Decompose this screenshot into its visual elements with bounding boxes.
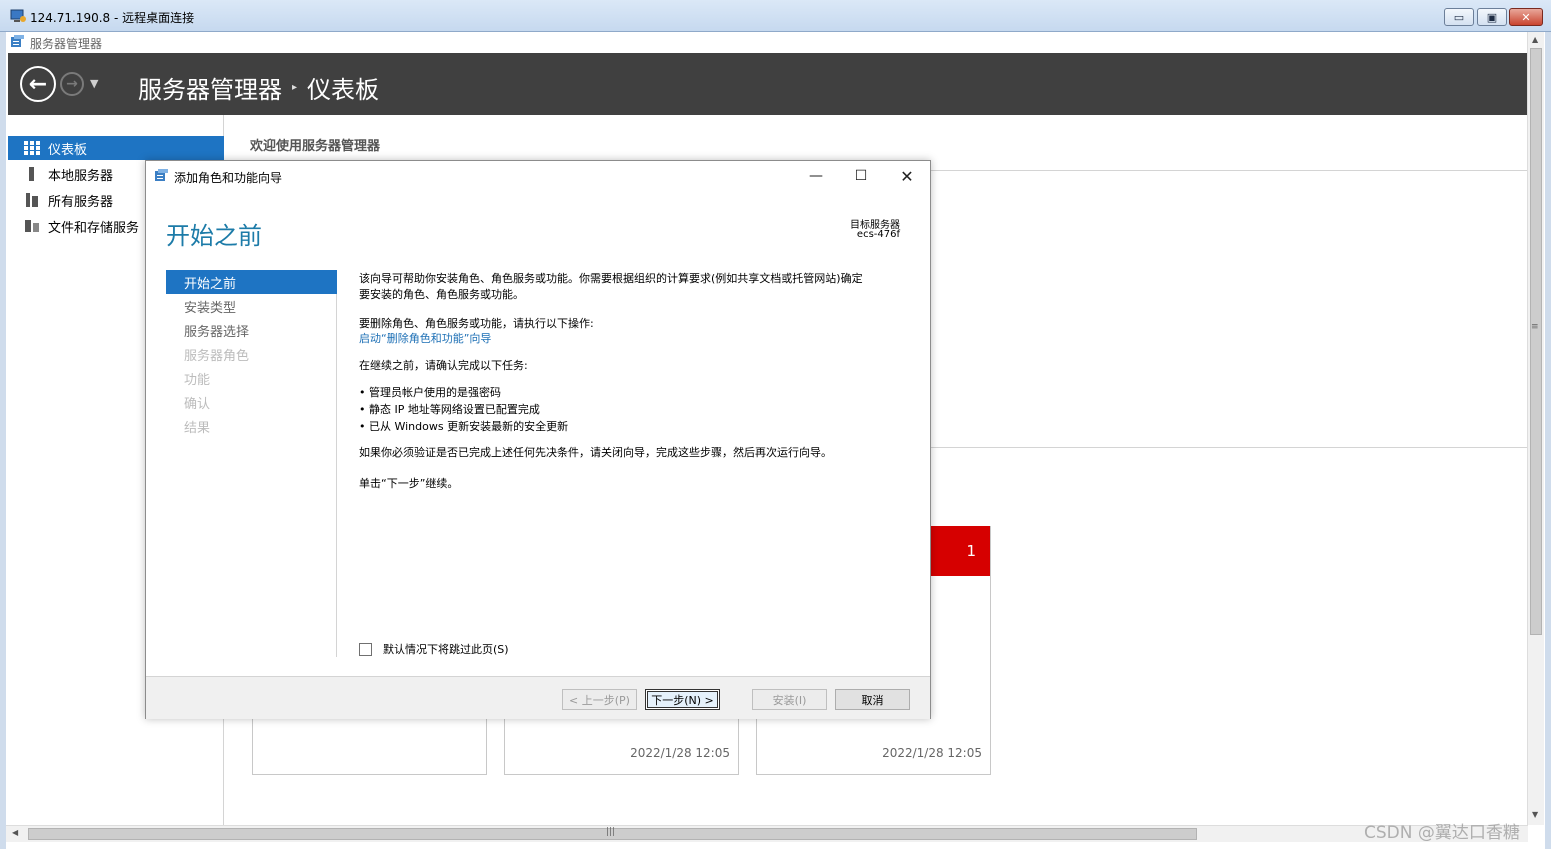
rdp-close-button[interactable]: ✕ [1509, 8, 1543, 26]
scroll-grip-icon: ≡ [1531, 322, 1539, 332]
dialog-footer: < 上一步(P) 下一步(N) > 安装(I) 取消 [146, 676, 930, 719]
remove-roles-link[interactable]: 启动“删除角色和功能”向导 [359, 330, 914, 347]
maximize-icon: ☐ [854, 168, 868, 184]
wizard-step-server-selection[interactable]: 服务器选择 [166, 318, 337, 342]
sidebar-item-dashboard[interactable]: 仪表板 [8, 136, 224, 160]
task-item: • 已从 Windows 更新安装最新的安全更新 [359, 420, 569, 433]
install-button[interactable]: 安装(I) [752, 689, 827, 710]
skip-page-checkbox[interactable] [359, 642, 372, 656]
intro-text-line2: 要安装的角色、角色服务或功能。 [359, 288, 524, 301]
task-item: • 静态 IP 地址等网络设置已配置完成 [359, 403, 540, 416]
breadcrumb-current: 仪表板 [307, 76, 380, 104]
wizard-step-server-roles: 服务器角色 [184, 348, 250, 364]
sidebar-item-label: 所有服务器 [48, 194, 114, 210]
scroll-down-icon[interactable]: ▼ [1532, 810, 1538, 819]
dashboard-icon [24, 141, 40, 155]
scroll-up-icon[interactable]: ▲ [1532, 35, 1538, 44]
task-item: • 管理员帐户使用的是强密码 [359, 386, 501, 399]
tile-timestamp: 2022/1/28 12:05 [630, 746, 730, 760]
add-roles-wizard-dialog: 添加角色和功能向导 — ☐ ✕ 开始之前 目标服务器 ecs-476f 开始之前… [145, 160, 931, 719]
sidebar-item-label: 本地服务器 [48, 168, 114, 184]
breadcrumb-separator-icon: ▸ [292, 82, 298, 93]
server-manager-icon [11, 35, 24, 47]
verify-text: 如果你必须验证是否已完成上述任何先决条件，请关闭向导，完成这些步骤，然后再次运行… [359, 446, 832, 459]
minimize-icon: — [809, 168, 823, 184]
rdp-titlebar: 124.71.190.8 - 远程桌面连接 ▭ ▣ ✕ [0, 0, 1551, 32]
wizard-step-before-you-begin[interactable]: 开始之前 [166, 270, 337, 294]
rdp-maximize-button[interactable]: ▣ [1477, 8, 1507, 26]
skip-page-label: 默认情况下将跳过此页(S) [383, 643, 509, 656]
sidebar-item-label: 仪表板 [48, 142, 88, 158]
wizard-step-confirmation: 确认 [184, 396, 211, 412]
close-icon: ✕ [900, 166, 914, 186]
server-manager-icon [155, 169, 168, 181]
app-title: 服务器管理器 [30, 37, 103, 51]
rdp-window-title: 124.71.190.8 - 远程桌面连接 [30, 11, 195, 25]
horizontal-scrollbar[interactable]: ◀ ||| [6, 825, 1528, 842]
wizard-step-features: 功能 [184, 372, 211, 388]
breadcrumb-root[interactable]: 服务器管理器 [138, 70, 282, 105]
continue-text: 单击“下一步”继续。 [359, 477, 459, 490]
scroll-left-icon[interactable]: ◀ [12, 828, 18, 837]
wizard-page-heading: 开始之前 [166, 222, 262, 250]
file-storage-icon [25, 220, 39, 232]
app-titlebar: 服务器管理器 [6, 32, 1528, 52]
wizard-steps: 开始之前 安装类型 服务器选择 服务器角色 功能 确认 结果 [166, 270, 337, 657]
server-icon [29, 167, 34, 181]
arrow-left-icon: ← [28, 71, 48, 97]
intro-text-line1: 该向导可帮助你安装角色、角色服务或功能。你需要根据组织的计算要求(例如共享文档或… [359, 272, 863, 285]
watermark: CSDN @翼达口香糖 [1364, 823, 1520, 843]
cancel-button[interactable]: 取消 [835, 689, 910, 710]
chevron-down-icon: ▼ [90, 77, 99, 90]
remote-desktop-icon [10, 9, 26, 22]
history-dropdown-button[interactable]: ▼ [90, 77, 98, 90]
dialog-minimize-button[interactable]: — [806, 167, 826, 185]
previous-button[interactable]: < 上一步(P) [562, 689, 637, 710]
scroll-grip-icon: ||| [606, 827, 616, 837]
forward-button[interactable]: → [60, 72, 84, 96]
next-button[interactable]: 下一步(N) > [645, 689, 720, 710]
servers-icon [26, 193, 38, 207]
rdp-minimize-button[interactable]: ▭ [1444, 8, 1474, 26]
skip-page-option[interactable]: 默认情况下将跳过此页(S) [359, 641, 509, 657]
dialog-maximize-button[interactable]: ☐ [851, 167, 871, 185]
wizard-step-results: 结果 [184, 420, 211, 436]
dialog-close-button[interactable]: ✕ [897, 166, 917, 186]
tile-timestamp: 2022/1/28 12:05 [882, 746, 982, 760]
vertical-scroll-thumb[interactable] [1530, 48, 1542, 635]
app-header: ← → ▼ 服务器管理器 ▸ 仪表板 [8, 53, 1527, 115]
dialog-titlebar[interactable]: 添加角色和功能向导 — ☐ ✕ [146, 161, 930, 191]
target-server-value: ecs-476f [856, 229, 900, 240]
dialog-title: 添加角色和功能向导 [174, 171, 283, 185]
back-button[interactable]: ← [20, 66, 56, 102]
sidebar-item-label: 文件和存储服务 [48, 220, 140, 236]
wizard-step-installation-type[interactable]: 安装类型 [166, 294, 337, 318]
vertical-scrollbar[interactable]: ▲ ≡ ▼ [1527, 32, 1544, 825]
alert-count-badge[interactable]: 1 [930, 526, 990, 576]
breadcrumb: 服务器管理器 ▸ 仪表板 [138, 70, 379, 105]
welcome-heading: 欢迎使用服务器管理器 [250, 139, 381, 154]
confirm-text: 在继续之前，请确认完成以下任务: [359, 359, 528, 372]
arrow-right-icon: → [66, 76, 78, 92]
